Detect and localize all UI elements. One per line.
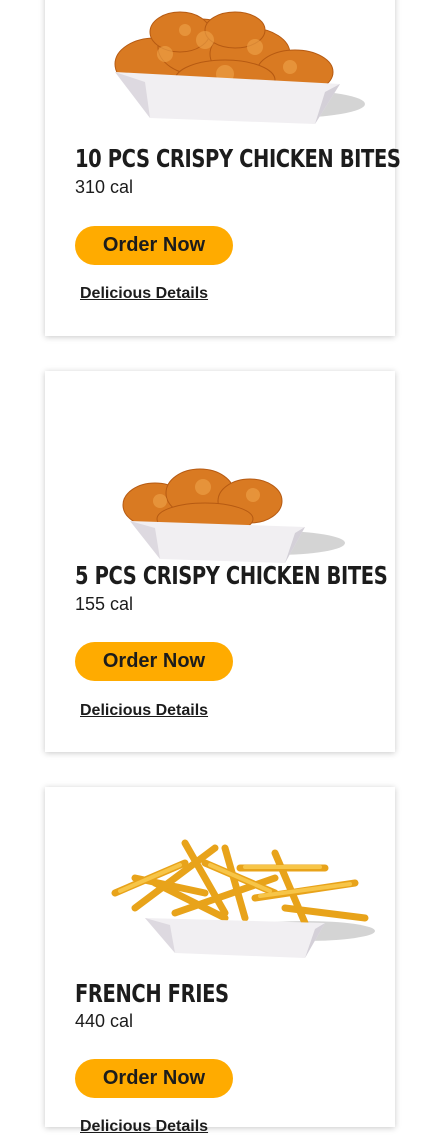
french-fries-image[interactable] bbox=[75, 823, 375, 963]
product-name: 5 PCS CRISPY CHICKEN BITES bbox=[75, 561, 388, 590]
delicious-details-link[interactable]: Delicious Details bbox=[80, 702, 208, 720]
chicken-bites-large-image[interactable] bbox=[75, 0, 375, 132]
order-now-button[interactable]: Order Now bbox=[75, 226, 233, 265]
menu-item-card[interactable]: 5 PCS CRISPY CHICKEN BITES 155 cal Order… bbox=[45, 371, 395, 752]
delicious-details-link[interactable]: Delicious Details bbox=[80, 1118, 208, 1136]
product-name: 10 PCS CRISPY CHICKEN BITES bbox=[75, 144, 401, 173]
order-now-button[interactable]: Order Now bbox=[75, 642, 233, 681]
chicken-bites-small-image[interactable] bbox=[75, 423, 375, 563]
calorie-count: 440 cal bbox=[75, 1011, 134, 1031]
order-now-button[interactable]: Order Now bbox=[75, 1059, 233, 1098]
calorie-count: 155 cal bbox=[75, 594, 134, 614]
menu-item-card[interactable]: 10 PCS CRISPY CHICKEN BITES 310 cal Orde… bbox=[45, 0, 401, 336]
delicious-details-link[interactable]: Delicious Details bbox=[80, 285, 208, 303]
calorie-count: 310 cal bbox=[75, 177, 134, 197]
product-name: FRENCH FRIES bbox=[75, 979, 229, 1008]
menu-item-card[interactable]: FRENCH FRIES 440 cal Order Now Delicious… bbox=[45, 787, 395, 1135]
